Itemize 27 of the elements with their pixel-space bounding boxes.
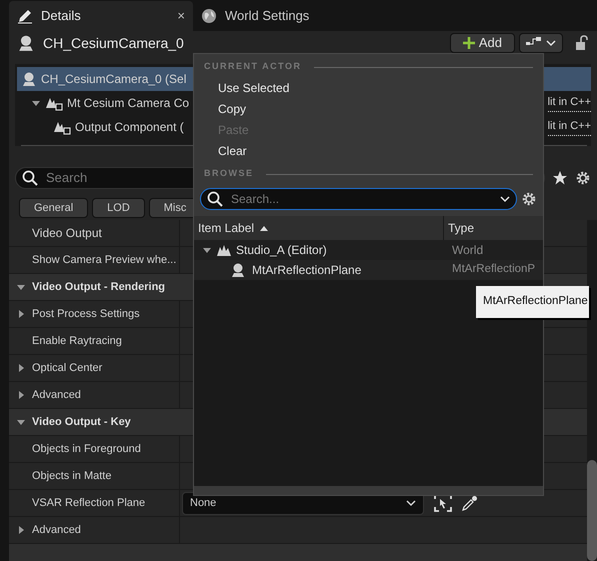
property-label: Objects in Foreground: [32, 442, 141, 457]
item-label: Studio_A (Editor): [236, 242, 327, 259]
property-label: Post Process Settings: [32, 306, 140, 322]
item-label: MtArReflectionPlane: [252, 262, 362, 279]
section-heading: BROWSE: [204, 167, 254, 180]
item-type: World: [451, 242, 484, 259]
property-label: Video Output: [32, 225, 102, 242]
tab-label: Details: [41, 7, 81, 26]
component-label: Mt Cesium Camera Co: [67, 95, 190, 112]
section-heading: CURRENT ACTOR: [204, 60, 302, 74]
property-label: Enable Raytracing: [32, 334, 122, 349]
property-label: Objects in Matte: [32, 468, 112, 484]
tab-label: World Settings: [225, 7, 310, 26]
search-placeholder: Search: [46, 169, 88, 188]
property-label: Advanced: [32, 522, 81, 538]
search-placeholder: Search...: [231, 191, 280, 208]
component-label: CH_CesiumCamera_0 (Sel: [41, 71, 186, 88]
property-label: VSAR Reflection Plane: [32, 496, 146, 511]
property-label: Optical Center: [32, 360, 102, 376]
property-label: Advanced: [32, 388, 81, 403]
category-header: Video Output - Rendering: [32, 280, 166, 295]
actor-name: CH_CesiumCamera_0: [43, 34, 184, 53]
property-label: Show Camera Preview whe...: [32, 252, 176, 268]
category-header: Video Output - Key: [32, 414, 131, 430]
item-type: MtArReflectionP: [451, 262, 536, 278]
tooltip: MtArReflectionPlane: [476, 286, 589, 318]
component-label: Output Component (: [75, 119, 184, 136]
